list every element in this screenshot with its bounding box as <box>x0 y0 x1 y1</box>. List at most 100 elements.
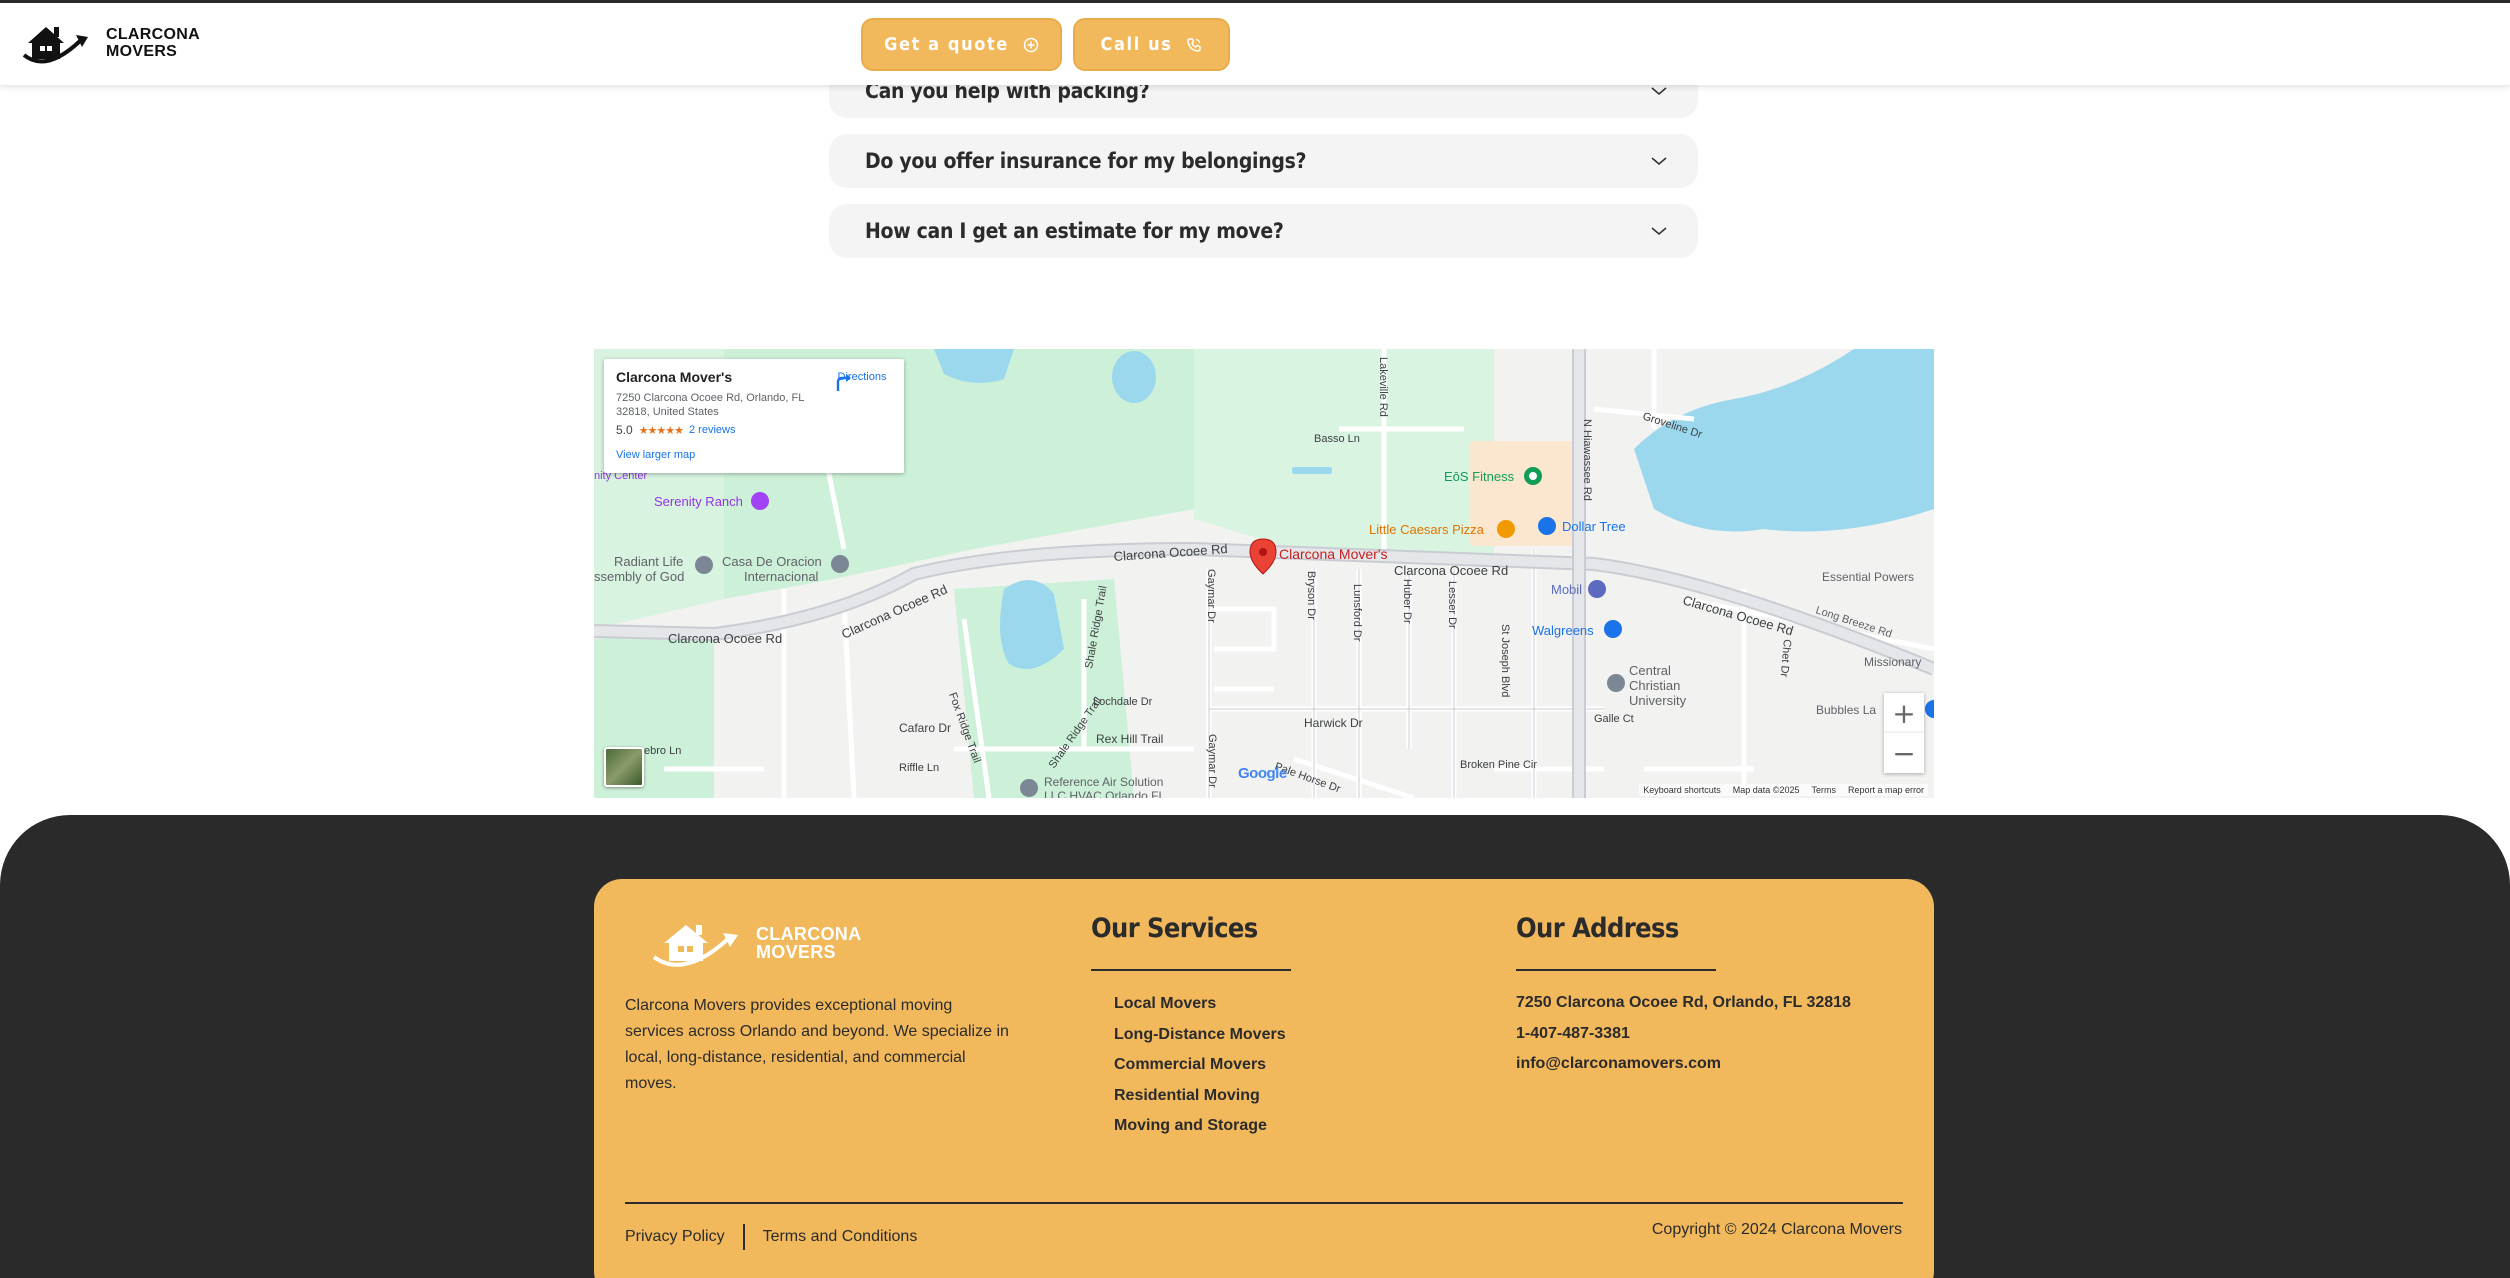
services-heading: Our Services <box>1091 913 1258 944</box>
place-rating: 5.0 ★★★★★ 2 reviews <box>616 423 892 437</box>
road-label: Gaymar Dr <box>1205 569 1217 623</box>
road-label: Riffle Ln <box>899 762 939 774</box>
house-truck-logo-icon <box>22 27 88 64</box>
road-label: Basso Ln <box>1314 433 1360 445</box>
road-label: Lesser Dr <box>1446 581 1458 629</box>
terms-link[interactable]: Terms and Conditions <box>763 1228 918 1246</box>
location-pin-icon[interactable] <box>1249 538 1277 575</box>
privacy-policy-link[interactable]: Privacy Policy <box>625 1228 725 1246</box>
poi-label: EōS Fitness <box>1444 469 1515 484</box>
poi-label: Essential Powers <box>1822 570 1914 584</box>
map-place-card: Clarcona Mover's 7250 Clarcona Ocoee Rd,… <box>604 359 904 473</box>
header-logo[interactable]: CLARCONA MOVERS <box>22 19 200 67</box>
chevron-down-icon <box>1651 157 1667 166</box>
service-link[interactable]: Moving and Storage <box>1114 1111 1286 1142</box>
plus-circle-icon <box>1023 37 1039 52</box>
map-data-text: Map data ©2025 <box>1732 785 1800 795</box>
road-label: Cafaro Dr <box>899 721 951 735</box>
chevron-down-icon <box>1651 227 1667 236</box>
phone-link[interactable]: 1-407-487-3381 <box>1516 1019 1851 1050</box>
service-link[interactable]: Long-Distance Movers <box>1114 1020 1286 1051</box>
footer-divider <box>625 1202 1903 1204</box>
get-quote-button[interactable]: Get a quote <box>861 18 1062 71</box>
poi-label: LLC HVAC Orlando FL <box>1044 789 1165 798</box>
road-label: Clarcona Ocoee Rd <box>1394 563 1508 578</box>
address-underline <box>1516 969 1716 971</box>
view-larger-map-link[interactable]: View larger map <box>616 449 892 461</box>
zoom-in-button[interactable]: + <box>1884 693 1924 733</box>
road-label: Clarcona Ocoee Rd <box>668 631 782 646</box>
poi-label: Casa De Oracion <box>722 554 822 569</box>
road-label: N Hiawassee Rd <box>1581 419 1593 501</box>
footer-brand-line1: CLARCONA <box>756 924 862 944</box>
directions-icon <box>836 374 851 391</box>
services-list: Local Movers Long-Distance Movers Commer… <box>1114 989 1286 1142</box>
poi-label: Serenity Ranch <box>654 494 743 509</box>
road-label: Huber Dr <box>1401 579 1413 624</box>
phone-icon <box>1187 37 1202 52</box>
footer-card: CLARCONA MOVERS Clarcona Movers provides… <box>594 879 1934 1278</box>
satellite-toggle[interactable] <box>604 747 644 787</box>
legal-separator <box>742 1224 745 1250</box>
services-underline <box>1091 969 1291 971</box>
call-us-button[interactable]: Call us <box>1073 18 1230 71</box>
road-label: Galle Ct <box>1594 713 1634 725</box>
zoom-out-button[interactable]: − <box>1884 733 1924 773</box>
site-header: CLARCONA MOVERS Get a quote Call us <box>0 3 2510 85</box>
poi-label: Christian <box>1629 678 1680 693</box>
embedded-map[interactable]: Clarcona Mover's Clarcona Ocoee Rd Clarc… <box>594 349 1934 798</box>
map-terms-link[interactable]: Terms <box>1811 785 1836 795</box>
poi-label: Reference Air Solution <box>1044 775 1163 789</box>
pin-label: Clarcona Mover's <box>1279 546 1388 562</box>
poi-label: Walgreens <box>1532 623 1594 638</box>
chevron-down-icon <box>1651 87 1667 96</box>
directions-button[interactable]: Directions <box>832 371 892 391</box>
poi-label: Bubbles La <box>1816 703 1876 717</box>
poi-label: Mobil <box>1551 582 1582 597</box>
copyright: Copyright © 2024 Clarcona Movers <box>1651 1221 1902 1238</box>
keyboard-shortcuts-link[interactable]: Keyboard shortcuts <box>1643 785 1721 795</box>
reviews-link[interactable]: 2 reviews <box>689 424 735 436</box>
road-label: St Joseph Blvd <box>1499 624 1511 697</box>
map-attribution: Keyboard shortcuts Map data ©2025 Terms … <box>1639 784 1928 796</box>
place-address: 7250 Clarcona Ocoee Rd, Orlando, FL 3281… <box>616 392 804 418</box>
get-quote-label: Get a quote <box>884 34 1009 55</box>
faq-question: Do you offer insurance for my belongings… <box>865 149 1307 173</box>
road-label: ebro Ln <box>644 745 681 757</box>
service-link[interactable]: Local Movers <box>1114 989 1286 1020</box>
email-link[interactable]: info@clarconamovers.com <box>1516 1049 1851 1080</box>
footer-brand-line2: MOVERS <box>756 942 836 962</box>
footer-description: Clarcona Movers provides exceptional mov… <box>625 997 1009 1092</box>
address-list: 7250 Clarcona Ocoee Rd, Orlando, FL 3281… <box>1516 988 1851 1080</box>
poi-label: Missionary <box>1864 655 1921 669</box>
faq-item-estimate[interactable]: How can I get an estimate for my move? <box>829 204 1698 258</box>
poi-label: Central <box>1629 663 1671 678</box>
call-us-label: Call us <box>1100 34 1173 55</box>
top-border <box>0 0 2510 3</box>
road-label: Broken Pine Cir <box>1460 759 1537 771</box>
faq-question: How can I get an estimate for my move? <box>865 219 1284 243</box>
google-logo: Google <box>1238 765 1287 782</box>
brand-name-line2: MOVERS <box>106 43 178 60</box>
footer-logo[interactable]: CLARCONA MOVERS <box>650 915 861 971</box>
poi-label: Dollar Tree <box>1562 519 1626 534</box>
house-truck-logo-icon <box>652 925 738 967</box>
report-map-error-link[interactable]: Report a map error <box>1848 785 1924 795</box>
poi-label: Internacional <box>744 569 819 584</box>
service-link[interactable]: Residential Moving <box>1114 1081 1286 1112</box>
service-link[interactable]: Commercial Movers <box>1114 1050 1286 1081</box>
road-label: Bryson Dr <box>1305 571 1317 620</box>
faq-item-insurance[interactable]: Do you offer insurance for my belongings… <box>829 134 1698 188</box>
road-label: Rex Hill Trail <box>1096 732 1163 746</box>
road-label: Lakeville Rd <box>1377 357 1389 417</box>
road-label: Harwick Dr <box>1304 716 1363 730</box>
star-rating-icon: ★★★★★ <box>638 424 684 437</box>
road-label: Gaymar Dr <box>1206 734 1218 788</box>
address-heading: Our Address <box>1516 913 1679 944</box>
brand-name-line1: CLARCONA <box>106 26 200 43</box>
poi-label: Little Caesars Pizza <box>1369 522 1485 537</box>
legal-links: Privacy Policy Terms and Conditions <box>625 1224 917 1250</box>
poi-label: ssembly of God <box>594 569 684 584</box>
road-label: Chet Dr <box>1778 639 1793 678</box>
poi-label: Radiant Life <box>614 554 683 569</box>
